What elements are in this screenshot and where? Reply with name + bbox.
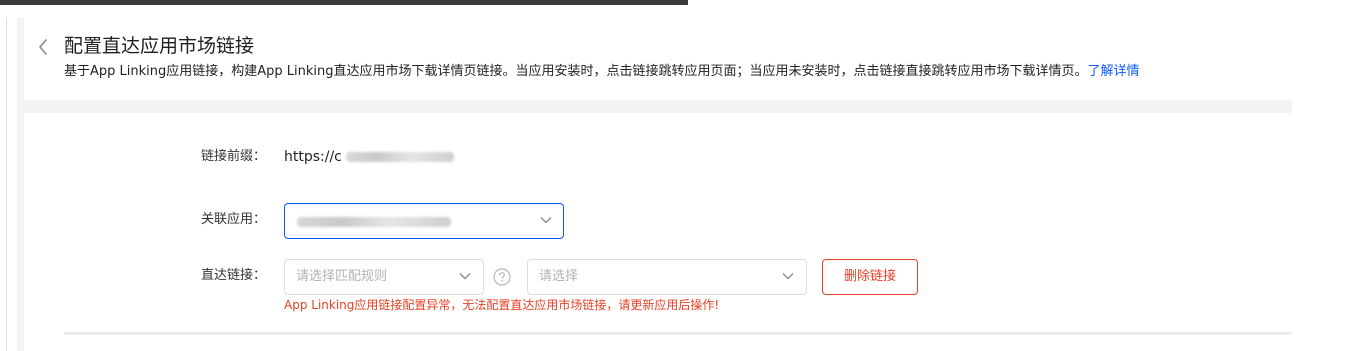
app-label: 关联应用： [201,212,267,227]
description-text: 基于App Linking应用链接，构建App Linking直达应用市场下载详… [64,64,1088,79]
page-description: 基于App Linking应用链接，构建App Linking直达应用市场下载详… [64,63,1140,81]
prefix-value: https://c [284,147,454,167]
window-top-bar [0,0,688,5]
header-card [24,18,1292,100]
bottom-divider [64,332,1292,335]
back-button[interactable] [36,36,52,58]
learn-more-link[interactable]: 了解详情 [1088,64,1140,79]
match-rule-placeholder: 请选择匹配规则 [296,269,388,284]
target-placeholder: 请选择 [539,269,579,284]
page-title: 配置直达应用市场链接 [64,35,255,57]
prefix-value-text: https://c [284,149,342,165]
direct-link-label: 直达链接： [201,268,267,283]
delete-link-button[interactable]: 删除链接 [822,259,918,295]
error-message: App Linking应用链接配置异常，无法配置直达应用市场链接，请更新应用后操… [284,298,720,312]
question-circle-icon[interactable] [493,268,511,286]
redacted-app-name [297,217,451,227]
app-select[interactable] [284,203,564,239]
match-rule-select[interactable]: 请选择匹配规则 [284,259,484,295]
target-select[interactable]: 请选择 [527,259,807,295]
chevron-down-icon [782,273,794,280]
chevron-left-icon [39,39,47,55]
left-divider [6,18,7,351]
chevron-down-icon [459,273,471,280]
chevron-down-icon [540,217,552,224]
redacted-prefix [345,152,454,162]
prefix-label: 链接前缀： [201,149,267,164]
